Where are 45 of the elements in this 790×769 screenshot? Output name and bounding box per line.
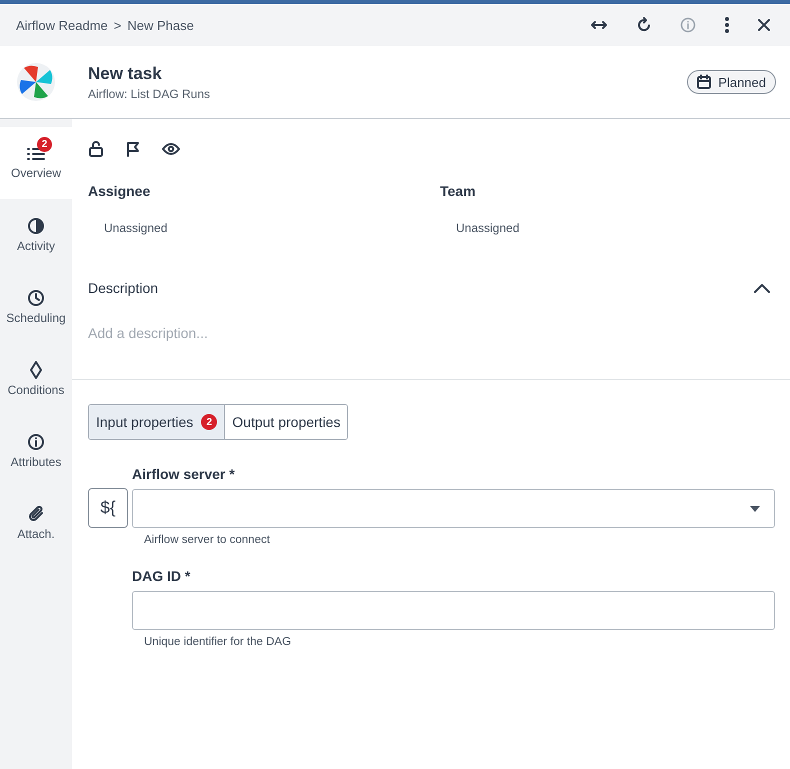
pinwheel-logo <box>16 62 56 102</box>
sidebar-tab[interactable]: Attach. <box>0 487 72 559</box>
field-value[interactable]: Unassigned <box>456 221 775 235</box>
info-icon <box>680 17 696 33</box>
breadcrumb-link[interactable]: Airflow Readme <box>16 18 108 32</box>
unlocked-padlock-icon[interactable] <box>88 140 104 158</box>
sidebar-tab[interactable]: Activity <box>0 199 72 271</box>
refresh-icon <box>636 17 652 33</box>
eye-icon[interactable] <box>162 143 180 155</box>
double-arrow-icon <box>590 20 608 30</box>
field-value[interactable]: Unassigned <box>104 221 440 235</box>
close-icon <box>758 19 770 31</box>
clock-icon <box>27 289 45 307</box>
status-badge[interactable]: Planned <box>687 70 776 94</box>
half-circle-icon <box>27 217 45 235</box>
info-icon <box>27 433 45 451</box>
properties-tab[interactable]: Input properties 2 <box>89 405 224 439</box>
section-title: Description <box>88 280 158 296</box>
count-badge: 2 <box>201 414 218 430</box>
sidebar-tab[interactable]: Conditions <box>0 343 72 415</box>
expression-button[interactable]: ${ <box>88 488 128 528</box>
calendar-icon <box>696 74 712 90</box>
field-label: DAG ID * <box>132 568 192 584</box>
breadcrumb-separator: > <box>114 18 122 32</box>
field-label: Team <box>440 183 477 199</box>
count-badge: 2 <box>37 137 52 152</box>
field-hint: Airflow server to connect <box>144 534 271 546</box>
task-title: New task <box>88 64 163 84</box>
list-icon <box>27 146 45 162</box>
input-field[interactable] <box>132 591 775 630</box>
properties-tab[interactable]: Output properties <box>224 405 348 439</box>
field-hint: Unique identifier for the DAG <box>144 636 292 648</box>
more-icon <box>724 16 730 34</box>
breadcrumb-link[interactable]: New Phase <box>127 18 194 32</box>
paperclip-icon <box>27 505 45 523</box>
field-label: Airflow server * <box>132 466 236 482</box>
chevron-icon <box>753 283 771 293</box>
sidebar-tab[interactable]: 2 Overview <box>0 127 72 199</box>
field-label: Assignee <box>88 183 152 199</box>
task-subtitle: Airflow: List DAG Runs <box>88 86 212 100</box>
sidebar-tab[interactable]: Scheduling <box>0 271 72 343</box>
dropdown-caret-icon <box>750 506 760 512</box>
diamond-icon <box>29 361 43 379</box>
flag-icon[interactable] <box>126 141 140 157</box>
sidebar-tab[interactable]: Attributes <box>0 415 72 487</box>
